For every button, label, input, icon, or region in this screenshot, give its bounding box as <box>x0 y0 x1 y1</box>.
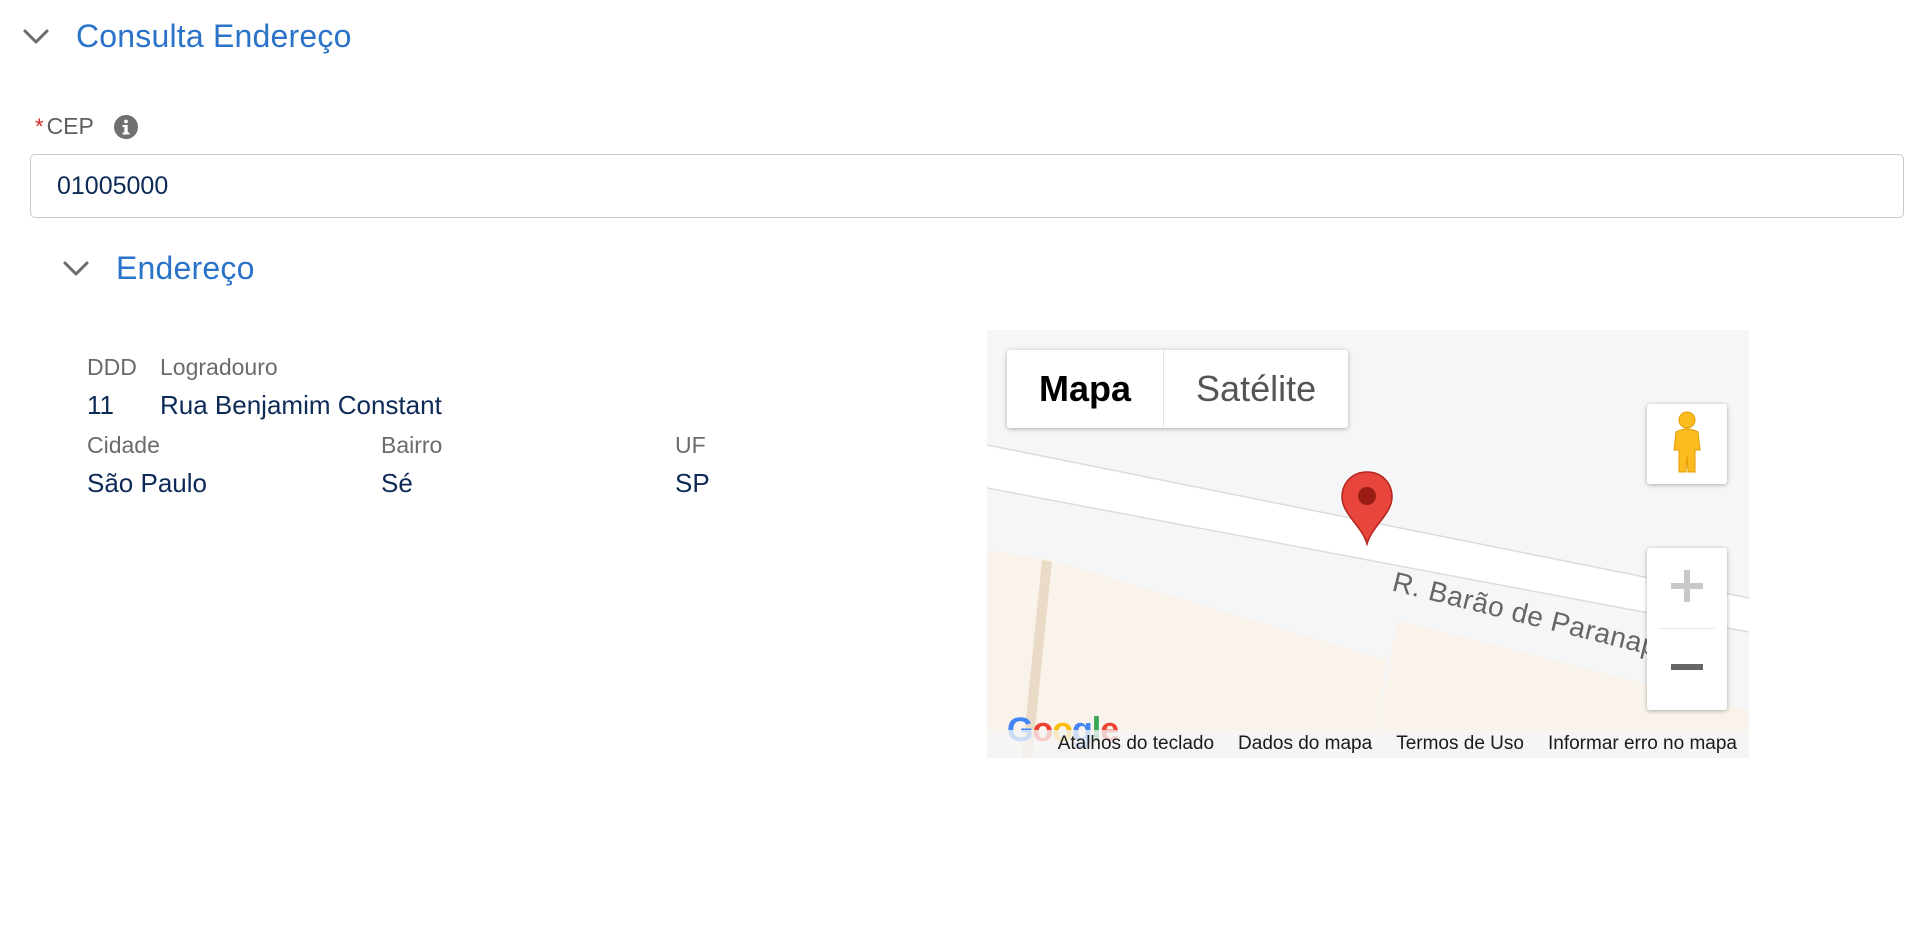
zoom-out-button[interactable] <box>1647 629 1727 709</box>
zoom-control <box>1647 548 1727 710</box>
uf-value: SP <box>675 468 710 498</box>
chevron-down-icon <box>62 255 90 283</box>
consulta-endereco-section-toggle[interactable]: Consulta Endereço <box>22 18 352 55</box>
cep-input[interactable] <box>30 154 1904 218</box>
zoom-in-icon <box>1667 566 1707 611</box>
map-data-link[interactable]: Dados do mapa <box>1238 733 1372 755</box>
page: Consulta Endereço * CEP Endereço DDD Log… <box>0 0 1912 950</box>
chevron-down-icon <box>22 23 50 51</box>
cidade-value: São Paulo <box>87 468 207 498</box>
map-footer: Atalhos do teclado Dados do mapa Termos … <box>987 730 1749 758</box>
info-icon[interactable] <box>113 114 139 140</box>
map-widget[interactable]: R. Barão de Paranapi Mapa Satélite Atalh… <box>987 330 1749 758</box>
zoom-out-icon <box>1667 647 1707 692</box>
section-title-endereco: Endereço <box>116 250 255 286</box>
required-marker: * <box>35 113 44 139</box>
terms-of-use-link[interactable]: Termos de Uso <box>1396 733 1524 755</box>
pegman-icon <box>1667 410 1707 479</box>
logradouro-label: Logradouro <box>160 354 278 380</box>
zoom-in-button[interactable] <box>1647 548 1727 628</box>
report-map-error-link[interactable]: Informar erro no mapa <box>1548 733 1737 755</box>
cep-label: * CEP <box>35 113 139 140</box>
street-view-pegman-button[interactable] <box>1647 404 1727 484</box>
map-type-control: Mapa Satélite <box>1007 350 1349 428</box>
cep-label-text: CEP <box>46 113 94 139</box>
uf-label: UF <box>675 432 706 458</box>
endereco-section-toggle[interactable]: Endereço <box>62 250 255 287</box>
bairro-value: Sé <box>381 468 413 498</box>
section-title-consulta-endereco: Consulta Endereço <box>76 18 352 54</box>
ddd-label: DDD <box>87 354 137 380</box>
cidade-label: Cidade <box>87 432 160 458</box>
map-pin-icon[interactable] <box>1340 470 1394 551</box>
keyboard-shortcuts-link[interactable]: Atalhos do teclado <box>1058 733 1214 755</box>
map-type-satellite-button[interactable]: Satélite <box>1164 350 1348 428</box>
logradouro-value: Rua Benjamim Constant <box>160 390 442 420</box>
ddd-value: 11 <box>87 390 114 420</box>
bairro-label: Bairro <box>381 432 443 458</box>
map-type-map-button[interactable]: Mapa <box>1007 350 1165 428</box>
